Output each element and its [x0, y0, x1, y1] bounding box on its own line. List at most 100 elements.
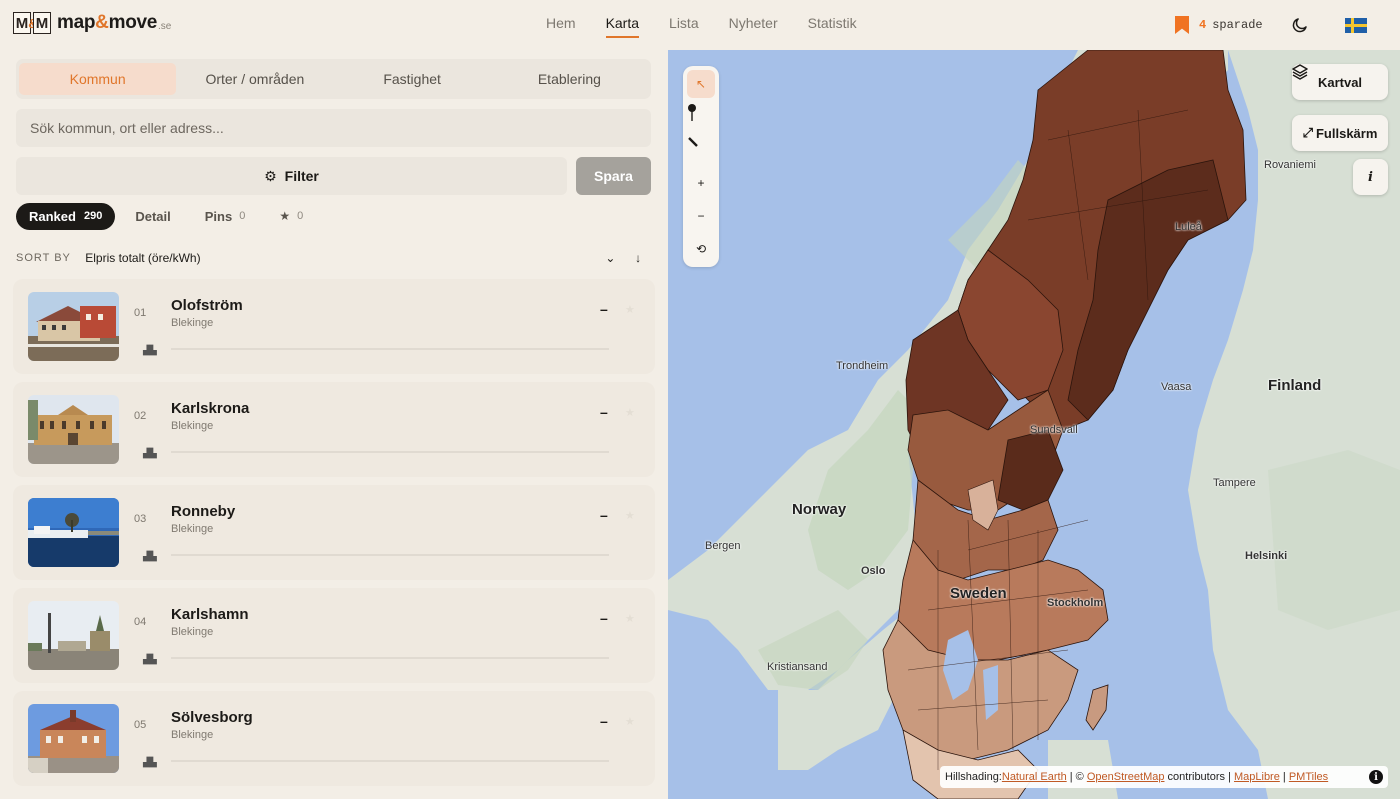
tab-ranked-label: Ranked [29, 208, 76, 224]
tab-etablering[interactable]: Etablering [491, 63, 648, 95]
layers-button[interactable]: Kartval [1292, 64, 1388, 100]
nav-nyheter[interactable]: Nyheter [729, 15, 778, 39]
label-kristiansand: Kristiansand [767, 661, 828, 673]
tab-fastighet[interactable]: Fastighet [334, 63, 491, 95]
nav-statistik[interactable]: Statistik [808, 15, 857, 39]
tab-pins[interactable]: Pins 0 [205, 209, 246, 224]
label-stockholm: Stockholm [1047, 597, 1104, 609]
natural-earth-link[interactable]: Natural Earth [1002, 771, 1067, 783]
favorite-star-icon[interactable]: ★ [625, 715, 635, 728]
fullscreen-button[interactable]: ⤢ Fullskärm [1292, 115, 1388, 151]
filter-button[interactable]: ⚙ Filter [16, 157, 567, 195]
binoculars-icon[interactable]: ▟▙ [143, 551, 157, 562]
region-name: Blekinge [171, 317, 214, 329]
label-oslo: Oslo [861, 565, 886, 577]
save-button[interactable]: Spara [576, 157, 651, 195]
zoom-in-icon[interactable]: + [687, 169, 715, 197]
zoom-out-icon[interactable]: − [687, 202, 715, 230]
binoculars-icon[interactable]: ▟▙ [143, 448, 157, 459]
metric-bar [171, 348, 609, 350]
binoculars-icon[interactable]: ▟▙ [143, 654, 157, 665]
view-tabs: Ranked 290 Detail Pins 0 ★ 0 [16, 202, 337, 230]
favorite-star-icon[interactable]: ★ [625, 509, 635, 522]
top-header: M & M map&move .se Hem Karta Lista Nyhet… [0, 0, 1400, 50]
metric-value: – [600, 713, 608, 729]
maplibre-link[interactable]: MapLibre [1234, 771, 1280, 783]
attribution-info-icon[interactable]: i [1369, 770, 1383, 784]
metric-value: – [600, 507, 608, 523]
list-item[interactable]: 02 ▟▙ Karlskrona Blekinge – ★ [13, 382, 655, 477]
chevron-down-icon[interactable]: ⌄ [598, 251, 624, 265]
label-tampere: Tampere [1213, 477, 1256, 489]
label-vaasa: Vaasa [1161, 381, 1192, 393]
label-helsinki: Helsinki [1245, 550, 1288, 562]
favorite-star-icon[interactable]: ★ [625, 303, 635, 316]
list-item[interactable]: 03 ▟▙ Ronneby Blekinge – ★ [13, 485, 655, 580]
tab-detail[interactable]: Detail [135, 209, 170, 224]
moon-icon[interactable] [1291, 16, 1309, 34]
attribution-sep: | © [1066, 771, 1087, 783]
nav-karta[interactable]: Karta [605, 15, 640, 39]
sort-direction-icon[interactable]: ↓ [625, 251, 651, 265]
swedish-flag-icon[interactable] [1345, 18, 1367, 33]
sort-by-label: SORT BY [16, 252, 71, 264]
tab-ranked-count: 290 [83, 210, 103, 222]
municipality-name: Olofström [171, 297, 243, 314]
binoculars-icon[interactable]: ▟▙ [143, 345, 157, 356]
sort-select[interactable]: Elpris totalt (öre/kWh) [85, 251, 597, 265]
list-item[interactable]: 04 ▟▙ Karlshamn Blekinge – ★ [13, 588, 655, 683]
fullscreen-label: Fullskärm [1315, 125, 1378, 141]
favorite-star-icon[interactable]: ★ [625, 406, 635, 419]
nav-hem[interactable]: Hem [546, 15, 576, 39]
left-panel: Kommun Orter / områden Fastighet Etabler… [0, 50, 668, 799]
municipality-photo [28, 395, 119, 464]
rank-number: 03 [134, 513, 147, 525]
tab-detail-label: Detail [135, 208, 171, 224]
municipality-name: Sölvesborg [171, 709, 253, 726]
saved-label: sparade [1212, 18, 1263, 32]
label-norway: Norway [792, 501, 847, 518]
label-sweden: Sweden [950, 585, 1007, 602]
saved-count: 4 [1199, 18, 1207, 32]
nav-lista[interactable]: Lista [669, 15, 699, 39]
brand-main: map [57, 12, 96, 33]
region-name: Blekinge [171, 729, 214, 741]
logo[interactable]: M & M map&move .se [13, 12, 171, 34]
saved-button[interactable]: 4 sparade [1175, 16, 1263, 34]
tab-kommun[interactable]: Kommun [19, 63, 177, 95]
metric-value: – [600, 404, 608, 420]
metric-value: – [600, 610, 608, 626]
logo-letter-right: M [33, 12, 51, 34]
tab-pins-label: Pins [204, 208, 233, 224]
pmtiles-link[interactable]: PMTiles [1289, 771, 1328, 783]
favorite-star-icon[interactable]: ★ [625, 612, 635, 625]
sort-row: SORT BY Elpris totalt (öre/kWh) ⌄ ↓ [16, 249, 651, 267]
municipality-photo [28, 498, 119, 567]
layers-icon [1292, 64, 1308, 80]
tab-favorites[interactable]: ★ 0 [279, 209, 303, 223]
pin-tool-icon[interactable] [687, 103, 715, 131]
rank-number: 05 [134, 719, 147, 731]
tab-orter[interactable]: Orter / områden [176, 63, 333, 95]
search-input[interactable] [16, 109, 651, 147]
label-bergen: Bergen [705, 540, 741, 552]
region-name: Blekinge [171, 523, 214, 535]
metric-bar [171, 554, 609, 556]
reset-view-icon[interactable]: ⟲ [687, 235, 715, 263]
tab-ranked[interactable]: Ranked 290 [16, 202, 116, 230]
map-view[interactable]: Norway Sweden Finland Trondheim Bergen O… [668, 50, 1400, 799]
measure-tool-icon[interactable] [687, 136, 715, 164]
list-item[interactable]: 01 ▟▙ Olofström Blekinge – ★ [13, 279, 655, 374]
municipality-name: Karlshamn [171, 606, 249, 623]
osm-link[interactable]: OpenStreetMap [1087, 771, 1165, 783]
brand-rest: move [108, 12, 158, 33]
tab-favorites-count: 0 [297, 210, 304, 222]
brand-amp: & [95, 12, 109, 33]
attribution-contributors: contributors | [1164, 771, 1234, 783]
binoculars-icon[interactable]: ▟▙ [143, 757, 157, 768]
select-tool-icon[interactable]: ↖ [687, 70, 715, 98]
list-item[interactable]: 05 ▟▙ Sölvesborg Blekinge – ★ [13, 691, 655, 786]
rank-number: 04 [134, 616, 147, 628]
label-trondheim: Trondheim [836, 360, 889, 372]
info-button[interactable]: i [1353, 159, 1388, 195]
